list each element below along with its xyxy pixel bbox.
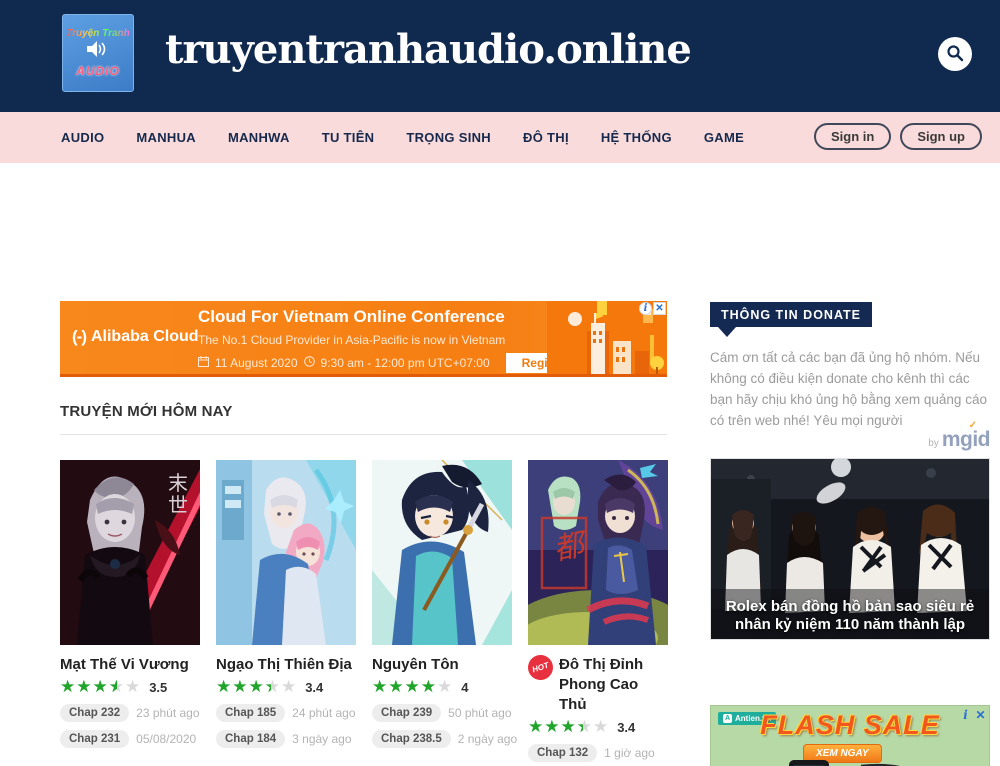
logo-text-audio: AUDIO — [76, 64, 120, 78]
clock-icon — [304, 356, 315, 370]
native-ad-caption[interactable]: Rolex bán đồng hồ bản sao siêu rẻ nhân k… — [711, 598, 989, 636]
comic-title[interactable]: Mạt Thế Vi Vương — [60, 655, 189, 675]
nav-item-tu-tien[interactable]: TU TIÊN — [322, 130, 375, 145]
comic-cover-ngao-thi-thien-dia[interactable] — [216, 460, 356, 645]
chapter-chip[interactable]: Chap 238.5 — [372, 730, 451, 748]
mgid-accent-icon: ✓ — [969, 420, 977, 431]
ad-time: 9:30 am - 12:00 pm UTC+07:00 — [321, 356, 490, 370]
ad-info-icon[interactable]: i — [639, 302, 652, 315]
chapter-row: Chap 184 3 ngày ago — [216, 730, 356, 748]
chapter-row: Chap 232 23 phút ago — [60, 704, 200, 722]
ad-headline: Cloud For Vietnam Online Conference — [198, 307, 505, 327]
rating-row: ★★★★★★★★★★ 3.4 — [216, 678, 356, 696]
rating-row: ★★★★★★★★★★ 3.5 — [60, 678, 200, 696]
site-logo[interactable]: Truyện Tranh AUDIO — [62, 14, 134, 92]
chapter-time: 2 ngày ago — [458, 732, 517, 746]
nav-item-audio[interactable]: AUDIO — [61, 130, 104, 145]
ad-bookmark-icon — [597, 301, 607, 315]
chapter-time: 24 phút ago — [292, 706, 355, 720]
svg-text:末: 末 — [168, 472, 188, 495]
flash-ad-devices-illustration — [711, 758, 990, 766]
alibaba-logo: (-) Alibaba Cloud — [72, 327, 199, 347]
ad-date: 11 August 2020 — [215, 356, 298, 370]
chapter-chip[interactable]: Chap 232 — [60, 704, 129, 722]
mgid-logo: mgid — [942, 428, 990, 451]
comic-card: 末世 Mạt Thế Vi Vương ★★★★★★★★★★ 3.5 Chap … — [60, 460, 200, 766]
comic-cover-nguyen-ton[interactable] — [372, 460, 512, 645]
mgid-by-label: by — [928, 438, 939, 449]
chapter-chip[interactable]: Chap 239 — [372, 704, 441, 722]
speaker-icon — [87, 41, 109, 62]
rating-value: 3.5 — [149, 680, 167, 695]
native-ad-rolex[interactable]: Rolex bán đồng hồ bản sao siêu rẻ nhân k… — [710, 458, 990, 640]
site-title[interactable]: truyentranhaudio.online — [165, 26, 691, 73]
page: Truyện Tranh AUDIO truyentranhaudio.onli… — [0, 0, 1000, 766]
rating-value: 3.4 — [617, 720, 635, 735]
logo-text-top: Truyện Tranh — [66, 28, 130, 39]
nav-item-manhwa[interactable]: MANHWA — [228, 130, 290, 145]
rating-value: 4 — [461, 680, 468, 695]
donate-text: Cám ơn tất cả các bạn đã ủng hộ nhóm. Nế… — [710, 347, 992, 431]
main-nav: AUDIO MANHUA MANHWA TU TIÊN TRỌNG SINH Đ… — [0, 112, 1000, 163]
comic-cover-do-thi-dinh-phong-cao-thu[interactable]: 都 — [528, 460, 668, 645]
chapter-time: 1 giờ ago — [604, 746, 655, 760]
comic-card: Ngạo Thị Thiên Địa ★★★★★★★★★★ 3.4 Chap 1… — [216, 460, 356, 766]
nav-item-he-thong[interactable]: HỆ THỐNG — [601, 130, 672, 145]
star-rating-icon: ★★★★★★★★★★ — [216, 678, 297, 696]
chapter-chip[interactable]: Chap 184 — [216, 730, 285, 748]
star-rating-icon: ★★★★★★★★★★ — [372, 678, 453, 696]
donate-ribbon: THÔNG TIN DONATE — [710, 302, 872, 327]
search-icon — [946, 44, 964, 65]
alibaba-brand-text: Alibaba Cloud — [91, 328, 199, 346]
section-title: TRUYỆN MỚI HÔM NAY — [60, 403, 233, 420]
star-rating-icon: ★★★★★★★★★★ — [528, 718, 609, 736]
nav-item-game[interactable]: GAME — [704, 130, 744, 145]
comic-title[interactable]: Nguyên Tôn — [372, 655, 459, 675]
header: Truyện Tranh AUDIO truyentranhaudio.onli… — [0, 0, 1000, 112]
svg-text:世: 世 — [168, 494, 188, 517]
auth-buttons: Sign in Sign up — [814, 123, 982, 150]
section-divider — [60, 434, 667, 435]
nav-item-trong-sinh[interactable]: TRỌNG SINH — [406, 130, 491, 145]
comic-title[interactable]: Đô Thị Đỉnh Phong Cao Thủ — [559, 655, 668, 715]
alibaba-logo-icon: (-) — [72, 327, 86, 347]
nav-item-manhua[interactable]: MANHUA — [136, 130, 196, 145]
comic-card: 都 HOT Đô Thị Đỉnh Phong Cao Thủ ★★★★★★★★… — [528, 460, 668, 766]
mgid-attribution[interactable]: bymgid✓ — [710, 428, 990, 452]
star-rating-icon: ★★★★★★★★★★ — [60, 678, 141, 696]
alibaba-ad-banner[interactable]: (-) Alibaba Cloud Cloud For Vietnam Onli… — [60, 301, 667, 377]
comic-card: Nguyên Tôn ★★★★★★★★★★ 4 Chap 239 50 phút… — [372, 460, 512, 766]
rating-row: ★★★★★★★★★★ 4 — [372, 678, 512, 696]
rating-value: 3.4 — [305, 680, 323, 695]
sign-up-button[interactable]: Sign up — [900, 123, 982, 150]
chapter-row: Chap 132 1 giờ ago — [528, 744, 668, 762]
ad-corner-controls: i ✕ — [639, 302, 666, 315]
comic-card-list: 末世 Mạt Thế Vi Vương ★★★★★★★★★★ 3.5 Chap … — [60, 460, 685, 766]
search-button[interactable] — [938, 37, 972, 71]
chapter-time: 05/08/2020 — [136, 732, 196, 746]
chapter-time: 3 ngày ago — [292, 732, 351, 746]
ad-close-icon[interactable]: ✕ — [653, 302, 666, 315]
chapter-row: Chap 231 05/08/2020 — [60, 730, 200, 748]
comic-title[interactable]: Ngạo Thị Thiên Địa — [216, 655, 352, 675]
comic-cover-mat-the-vi-vuong[interactable]: 末世 — [60, 460, 200, 645]
rating-row: ★★★★★★★★★★ 3.4 — [528, 718, 668, 736]
chapter-chip[interactable]: Chap 231 — [60, 730, 129, 748]
chapter-row: Chap 185 24 phút ago — [216, 704, 356, 722]
ad-subline: The No.1 Cloud Provider in Asia-Pacific … — [198, 333, 505, 347]
flash-sale-ad[interactable]: A Antien.vn i ✕ FLASH SALE XEM NGAY — [710, 705, 990, 766]
nav-items: AUDIO MANHUA MANHWA TU TIÊN TRỌNG SINH Đ… — [0, 130, 744, 145]
chapter-time: 50 phút ago — [448, 706, 511, 720]
chapter-chip[interactable]: Chap 132 — [528, 744, 597, 762]
chapter-row: Chap 238.5 2 ngày ago — [372, 730, 512, 748]
flash-sale-headline: FLASH SALE — [711, 710, 989, 741]
chapter-row: Chap 239 50 phút ago — [372, 704, 512, 722]
hot-badge: HOT — [525, 652, 557, 684]
chapter-chip[interactable]: Chap 185 — [216, 704, 285, 722]
sign-in-button[interactable]: Sign in — [814, 123, 891, 150]
calendar-icon — [198, 356, 209, 370]
nav-item-do-thi[interactable]: ĐÔ THỊ — [523, 130, 569, 145]
chapter-time: 23 phút ago — [136, 706, 199, 720]
